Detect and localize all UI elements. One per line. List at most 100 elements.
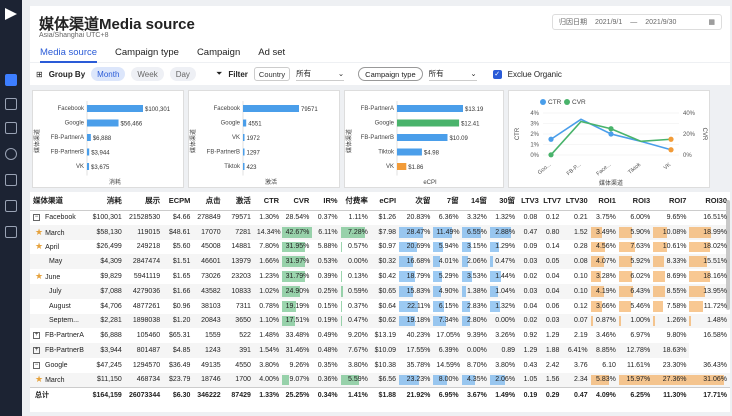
column-header[interactable]: 激活 [223, 192, 254, 211]
tab-campaign[interactable]: Campaign [197, 47, 240, 63]
cell-value: $11,150 [97, 376, 122, 384]
cell-value: 5.88% [317, 243, 338, 251]
cell-value: 4550 [235, 361, 251, 369]
cell-value: 3.15% [466, 243, 487, 251]
dashboard-icon[interactable] [5, 74, 17, 86]
column-header[interactable]: 付费率 [340, 192, 371, 211]
campaign-type-select[interactable]: 所有 ⌄ [428, 67, 477, 81]
cell-value: 25.25% [285, 391, 310, 399]
column-header[interactable]: 消耗 [88, 192, 125, 211]
country-select[interactable]: 所有 ⌄ [296, 67, 345, 81]
table-cell: $0.65 [370, 283, 400, 299]
group-day-button[interactable]: Day [169, 67, 196, 81]
group-month-button[interactable]: Month [91, 67, 126, 81]
column-header[interactable]: 次留 [399, 192, 434, 211]
column-header[interactable]: 14留 [461, 192, 490, 211]
chart-category-label: Google [221, 121, 241, 127]
collapse-icon[interactable]: − [33, 361, 40, 369]
table-total-row[interactable]: 总计 $164,159 26073344 $6.30 346222 87429 1.33% 2… [30, 387, 730, 403]
cell-value: 1.66% [259, 258, 280, 266]
cell-value: 0.00% [466, 347, 487, 355]
table-cell: 13.95% [689, 283, 730, 299]
table-cell: 1.32% [490, 210, 518, 225]
date-from[interactable]: 2021/9/1 [595, 19, 622, 26]
table-cell: 0.92 [518, 328, 540, 343]
cell-value: 0.28 [574, 243, 588, 251]
table-cell: 1700 [223, 372, 254, 388]
date-to[interactable]: 2021/9/30 [645, 19, 676, 26]
column-header[interactable]: 30留 [489, 192, 519, 211]
column-header[interactable]: CVR [282, 192, 313, 211]
cell-value: 0.14 [545, 243, 560, 251]
table-row[interactable]: ★ April $26,499 249218 $5.60 45008 14881 7.80% 3… [30, 240, 730, 255]
table-row[interactable]: May $4,309 2847474 $1.51 46601 13979 1.66% 31.9… [30, 254, 730, 270]
table-row[interactable]: − Google $47,245 1294570 $36.49 49135 4550 3.80… [30, 358, 730, 373]
tab-campaign-type[interactable]: Campaign type [115, 47, 179, 63]
column-header[interactable]: ECPM [163, 192, 194, 211]
column-header[interactable]: eCPI [370, 192, 400, 211]
star-icon[interactable]: ★ [35, 271, 43, 281]
table-cell: 0.39% [312, 269, 340, 284]
cell-value: 31.95% [285, 243, 310, 251]
star-icon[interactable]: ★ [35, 227, 43, 237]
star-icon[interactable]: ★ [35, 374, 43, 384]
table-cell: 1.48% [254, 328, 282, 343]
campaign-type-filter-label[interactable]: Campaign type [358, 67, 423, 81]
star-icon[interactable]: ★ [35, 241, 43, 251]
column-header[interactable]: LTV7 [540, 192, 563, 211]
column-header[interactable]: 7留 [433, 192, 462, 211]
table-cell: 1.54% [253, 343, 283, 358]
table-cell: $5.60 [163, 240, 193, 255]
table-row[interactable]: July $7,088 4279036 $1.66 43582 10833 1.02% 24.… [30, 283, 730, 299]
settings-icon[interactable] [5, 200, 17, 212]
expand-icon[interactable]: + [33, 346, 40, 354]
cell-value: 2.06% [495, 376, 516, 384]
cell-value: 16.68% [406, 258, 431, 266]
table-cell: 16.68% [399, 254, 434, 270]
column-header[interactable]: LTV30 [562, 192, 591, 211]
table-cell: 7.67% [340, 343, 371, 358]
column-header[interactable]: CTR [253, 192, 283, 211]
globe-icon[interactable] [5, 148, 17, 160]
table-row[interactable]: − Facebook $100,301 21528530 $4.66 278849 7957… [30, 210, 730, 225]
column-header[interactable]: 展示 [124, 192, 164, 211]
tab-media-source[interactable]: Media source [40, 47, 98, 63]
table-cell: 87429 [223, 387, 254, 403]
image-icon[interactable] [5, 122, 17, 134]
table-cell: 35.78% [399, 358, 433, 373]
table-row[interactable]: ★ March $11,150 468734 $23.79 18746 1700 4.00% 9… [30, 372, 730, 388]
date-range-picker[interactable]: 归因日期 2021/9/1 — 2021/9/30 ▦ [552, 14, 722, 30]
column-header[interactable]: ROI30 [689, 192, 730, 211]
table-row[interactable]: ★ March $58,130 119015 $48.61 17070 7281 14.34%… [30, 224, 730, 240]
group-week-button[interactable]: Week [131, 67, 164, 81]
ecpi-bar-chart: 媒体渠道 FB-PartnerA $13.19 Google $12.41 FB-Part… [345, 101, 484, 186]
table-row[interactable]: + FB-PartnerB $3,944 801487 $4.85 1243 391 1.54… [30, 343, 730, 358]
column-header[interactable]: ROI1 [590, 192, 619, 211]
row-label-cell: Septem... [30, 313, 89, 329]
report-icon[interactable] [5, 98, 17, 110]
collapse-icon[interactable]: − [33, 213, 40, 221]
column-header[interactable]: ROI7 [653, 192, 690, 211]
column-header[interactable]: LTV3 [518, 192, 541, 211]
cell-value: $6.56 [378, 376, 397, 384]
country-filter-label[interactable]: Country [253, 67, 291, 81]
column-header[interactable]: IR% [312, 192, 341, 211]
cell-value: 15.97% [626, 376, 651, 384]
table-row[interactable]: August $4,706 4877261 $0.96 38103 7311 0.78% 19… [30, 299, 730, 314]
users-icon[interactable] [5, 174, 17, 186]
table-cell: 6.10 [591, 358, 619, 373]
table-cell: 6.15% [433, 299, 461, 314]
exclude-organic-checkbox[interactable]: ✓ [492, 69, 502, 79]
book-icon[interactable] [5, 226, 17, 238]
table-row[interactable]: Septem... $2,281 1898038 $1.20 20843 3650 1.10… [30, 313, 730, 329]
table-row[interactable]: ★ June $9,829 5941119 $1.65 73026 23203 1.23% 31… [30, 269, 730, 284]
column-header[interactable]: ROI3 [618, 192, 654, 211]
column-header[interactable]: 媒体渠道 [30, 192, 89, 211]
table-row[interactable]: + FB-PartnerA $6,888 105460 $65.31 1559 522 1.4… [30, 328, 730, 343]
column-header[interactable]: 点击 [193, 192, 224, 211]
expand-icon[interactable]: + [33, 332, 40, 340]
cell-value: 3.67% [466, 391, 487, 399]
app-logo-icon[interactable] [5, 8, 17, 20]
tab-ad-set[interactable]: Ad set [258, 47, 285, 63]
cell-heat-bar [590, 315, 594, 327]
